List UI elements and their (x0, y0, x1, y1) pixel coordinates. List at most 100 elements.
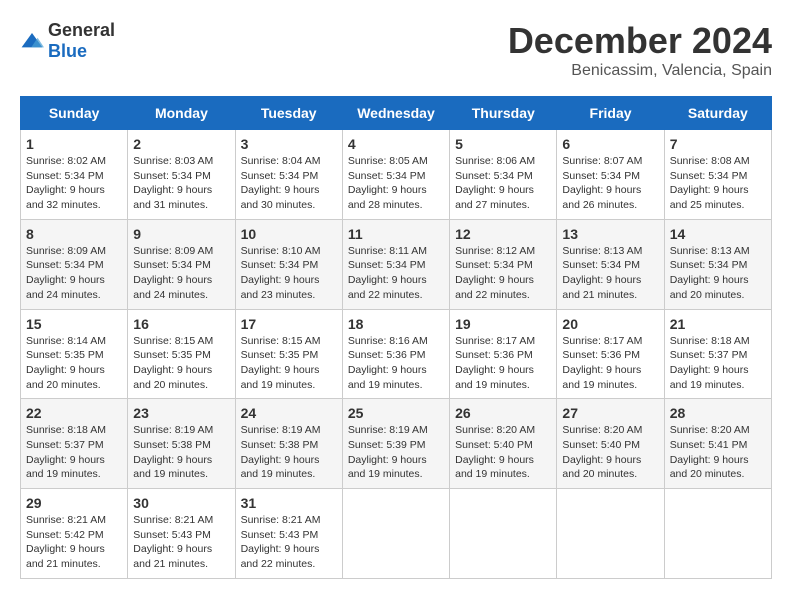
table-cell: 29 Sunrise: 8:21 AM Sunset: 5:42 PM Dayli… (21, 489, 128, 579)
header-monday: Monday (128, 97, 235, 130)
table-cell: 28 Sunrise: 8:20 AM Sunset: 5:41 PM Dayli… (664, 399, 771, 489)
header-saturday: Saturday (664, 97, 771, 130)
day-info: Sunrise: 8:05 AM Sunset: 5:34 PM Dayligh… (348, 154, 444, 213)
day-number: 5 (455, 136, 551, 152)
day-number: 8 (26, 226, 122, 242)
table-cell: 9 Sunrise: 8:09 AM Sunset: 5:34 PM Daylig… (128, 219, 235, 309)
day-number: 9 (133, 226, 229, 242)
day-number: 23 (133, 405, 229, 421)
header-sunday: Sunday (21, 97, 128, 130)
day-info: Sunrise: 8:18 AM Sunset: 5:37 PM Dayligh… (26, 423, 122, 482)
title-area: December 2024 Benicassim, Valencia, Spai… (508, 20, 772, 80)
day-number: 11 (348, 226, 444, 242)
day-number: 27 (562, 405, 658, 421)
table-cell: 16Sunrise: 8:15 AM Sunset: 5:35 PM Dayli… (128, 309, 235, 399)
day-number: 1 (26, 136, 122, 152)
logo: General Blue (20, 20, 115, 62)
week-row-5: 29 Sunrise: 8:21 AM Sunset: 5:42 PM Dayli… (21, 489, 772, 579)
day-info: Sunrise: 8:16 AM Sunset: 5:36 PM Dayligh… (348, 334, 444, 393)
table-cell: 22 Sunrise: 8:18 AM Sunset: 5:37 PM Dayli… (21, 399, 128, 489)
day-number: 30 (133, 495, 229, 511)
day-info: Sunrise: 8:21 AM Sunset: 5:43 PM Dayligh… (133, 513, 229, 572)
day-info: Sunrise: 8:14 AM Sunset: 5:35 PM Dayligh… (26, 334, 122, 393)
table-cell: 13 Sunrise: 8:13 AM Sunset: 5:34 PM Dayli… (557, 219, 664, 309)
table-cell: 8 Sunrise: 8:09 AM Sunset: 5:34 PM Daylig… (21, 219, 128, 309)
table-cell: 14 Sunrise: 8:13 AM Sunset: 5:34 PM Dayli… (664, 219, 771, 309)
page-header: General Blue December 2024 Benicassim, V… (20, 20, 772, 80)
table-cell: 7Sunrise: 8:08 AM Sunset: 5:34 PM Daylig… (664, 130, 771, 220)
day-info: Sunrise: 8:04 AM Sunset: 5:34 PM Dayligh… (241, 154, 337, 213)
header-tuesday: Tuesday (235, 97, 342, 130)
day-number: 26 (455, 405, 551, 421)
day-info: Sunrise: 8:19 AM Sunset: 5:38 PM Dayligh… (241, 423, 337, 482)
logo-general: General (48, 20, 115, 40)
header-thursday: Thursday (450, 97, 557, 130)
day-number: 15 (26, 316, 122, 332)
table-cell: 21Sunrise: 8:18 AM Sunset: 5:37 PM Dayli… (664, 309, 771, 399)
table-cell: 18 Sunrise: 8:16 AM Sunset: 5:36 PM Dayli… (342, 309, 449, 399)
day-info: Sunrise: 8:19 AM Sunset: 5:38 PM Dayligh… (133, 423, 229, 482)
table-cell: 5Sunrise: 8:06 AM Sunset: 5:34 PM Daylig… (450, 130, 557, 220)
day-number: 18 (348, 316, 444, 332)
day-info: Sunrise: 8:17 AM Sunset: 5:36 PM Dayligh… (562, 334, 658, 393)
day-info: Sunrise: 8:17 AM Sunset: 5:36 PM Dayligh… (455, 334, 551, 393)
header-wednesday: Wednesday (342, 97, 449, 130)
day-info: Sunrise: 8:20 AM Sunset: 5:41 PM Dayligh… (670, 423, 766, 482)
day-info: Sunrise: 8:13 AM Sunset: 5:34 PM Dayligh… (562, 244, 658, 303)
logo-blue: Blue (48, 41, 87, 61)
table-cell: 24 Sunrise: 8:19 AM Sunset: 5:38 PM Dayli… (235, 399, 342, 489)
day-number: 14 (670, 226, 766, 242)
table-cell: 11 Sunrise: 8:11 AM Sunset: 5:34 PM Dayli… (342, 219, 449, 309)
day-info: Sunrise: 8:11 AM Sunset: 5:34 PM Dayligh… (348, 244, 444, 303)
day-info: Sunrise: 8:19 AM Sunset: 5:39 PM Dayligh… (348, 423, 444, 482)
week-row-3: 15 Sunrise: 8:14 AM Sunset: 5:35 PM Dayli… (21, 309, 772, 399)
table-cell: 1 Sunrise: 8:02 AM Sunset: 5:34 PM Daylig… (21, 130, 128, 220)
day-number: 22 (26, 405, 122, 421)
day-number: 13 (562, 226, 658, 242)
day-number: 6 (562, 136, 658, 152)
header-row: Sunday Monday Tuesday Wednesday Thursday… (21, 97, 772, 130)
table-cell: 15 Sunrise: 8:14 AM Sunset: 5:35 PM Dayli… (21, 309, 128, 399)
table-cell: 30 Sunrise: 8:21 AM Sunset: 5:43 PM Dayli… (128, 489, 235, 579)
day-number: 4 (348, 136, 444, 152)
day-number: 10 (241, 226, 337, 242)
day-number: 31 (241, 495, 337, 511)
day-number: 24 (241, 405, 337, 421)
day-info: Sunrise: 8:10 AM Sunset: 5:34 PM Dayligh… (241, 244, 337, 303)
day-number: 29 (26, 495, 122, 511)
table-cell (664, 489, 771, 579)
table-cell: 27 Sunrise: 8:20 AM Sunset: 5:40 PM Dayli… (557, 399, 664, 489)
month-year-title: December 2024 (508, 20, 772, 62)
table-cell: 3 Sunrise: 8:04 AM Sunset: 5:34 PM Daylig… (235, 130, 342, 220)
day-number: 16 (133, 316, 229, 332)
day-info: Sunrise: 8:08 AM Sunset: 5:34 PM Dayligh… (670, 154, 766, 213)
table-cell: 2 Sunrise: 8:03 AM Sunset: 5:34 PM Daylig… (128, 130, 235, 220)
day-number: 2 (133, 136, 229, 152)
table-cell: 26 Sunrise: 8:20 AM Sunset: 5:40 PM Dayli… (450, 399, 557, 489)
table-cell: 20Sunrise: 8:17 AM Sunset: 5:36 PM Dayli… (557, 309, 664, 399)
day-number: 12 (455, 226, 551, 242)
day-info: Sunrise: 8:20 AM Sunset: 5:40 PM Dayligh… (455, 423, 551, 482)
table-cell (342, 489, 449, 579)
day-info: Sunrise: 8:09 AM Sunset: 5:34 PM Dayligh… (26, 244, 122, 303)
week-row-2: 8 Sunrise: 8:09 AM Sunset: 5:34 PM Daylig… (21, 219, 772, 309)
day-info: Sunrise: 8:02 AM Sunset: 5:34 PM Dayligh… (26, 154, 122, 213)
day-number: 3 (241, 136, 337, 152)
day-info: Sunrise: 8:09 AM Sunset: 5:34 PM Dayligh… (133, 244, 229, 303)
location-subtitle: Benicassim, Valencia, Spain (508, 62, 772, 80)
day-info: Sunrise: 8:20 AM Sunset: 5:40 PM Dayligh… (562, 423, 658, 482)
table-cell (450, 489, 557, 579)
day-info: Sunrise: 8:21 AM Sunset: 5:42 PM Dayligh… (26, 513, 122, 572)
table-cell: 25 Sunrise: 8:19 AM Sunset: 5:39 PM Dayli… (342, 399, 449, 489)
table-cell: 19Sunrise: 8:17 AM Sunset: 5:36 PM Dayli… (450, 309, 557, 399)
day-info: Sunrise: 8:03 AM Sunset: 5:34 PM Dayligh… (133, 154, 229, 213)
table-cell: 17Sunrise: 8:15 AM Sunset: 5:35 PM Dayli… (235, 309, 342, 399)
day-info: Sunrise: 8:13 AM Sunset: 5:34 PM Dayligh… (670, 244, 766, 303)
day-info: Sunrise: 8:18 AM Sunset: 5:37 PM Dayligh… (670, 334, 766, 393)
day-number: 28 (670, 405, 766, 421)
day-info: Sunrise: 8:07 AM Sunset: 5:34 PM Dayligh… (562, 154, 658, 213)
week-row-1: 1 Sunrise: 8:02 AM Sunset: 5:34 PM Daylig… (21, 130, 772, 220)
logo-icon (20, 31, 44, 51)
table-cell: 31Sunrise: 8:21 AM Sunset: 5:43 PM Dayli… (235, 489, 342, 579)
day-number: 25 (348, 405, 444, 421)
